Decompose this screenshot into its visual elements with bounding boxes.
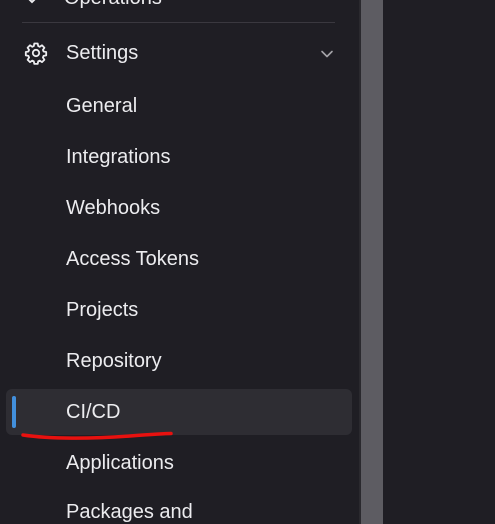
sidebar-item-ci-cd[interactable]: CI/CD xyxy=(6,389,352,435)
main-content xyxy=(383,0,495,524)
divider xyxy=(22,22,335,23)
active-indicator xyxy=(12,396,16,428)
settings-label: Settings xyxy=(66,42,139,64)
sidebar-item-label: Packages and xyxy=(66,501,193,523)
sidebar-item-label: Operations xyxy=(64,0,162,10)
sidebar-item-operations[interactable]: Operations xyxy=(22,0,162,10)
gear-icon xyxy=(24,41,48,65)
sidebar-item-general[interactable]: General xyxy=(6,83,352,129)
sidebar-item-label: Webhooks xyxy=(66,197,161,219)
sidebar-scrollbar[interactable] xyxy=(359,0,383,524)
chevron-down-icon xyxy=(318,45,336,63)
sidebar-item-label: Access Tokens xyxy=(66,248,200,270)
sidebar-item-projects[interactable]: Projects xyxy=(6,287,352,333)
sidebar-item-access-tokens[interactable]: Access Tokens xyxy=(6,236,352,282)
sidebar-item-label: Projects xyxy=(66,299,139,321)
sidebar-item-label: Applications xyxy=(66,452,174,474)
rocket-icon xyxy=(22,0,42,8)
sidebar-item-label: Integrations xyxy=(66,146,171,168)
sidebar-item-packages-and-registries[interactable]: Packages and xyxy=(6,489,352,524)
sidebar-item-label: Repository xyxy=(66,350,162,372)
sidebar: Operations Settings General Integrations… xyxy=(0,0,359,524)
sidebar-item-applications[interactable]: Applications xyxy=(6,440,352,486)
sidebar-item-label: General xyxy=(66,95,138,117)
sidebar-item-webhooks[interactable]: Webhooks xyxy=(6,185,352,231)
scrollbar-edge xyxy=(359,0,361,524)
sidebar-item-integrations[interactable]: Integrations xyxy=(6,134,352,180)
sidebar-item-label: CI/CD xyxy=(66,401,121,423)
sidebar-item-repository[interactable]: Repository xyxy=(6,338,352,384)
settings-section-toggle[interactable]: Settings xyxy=(0,32,359,74)
